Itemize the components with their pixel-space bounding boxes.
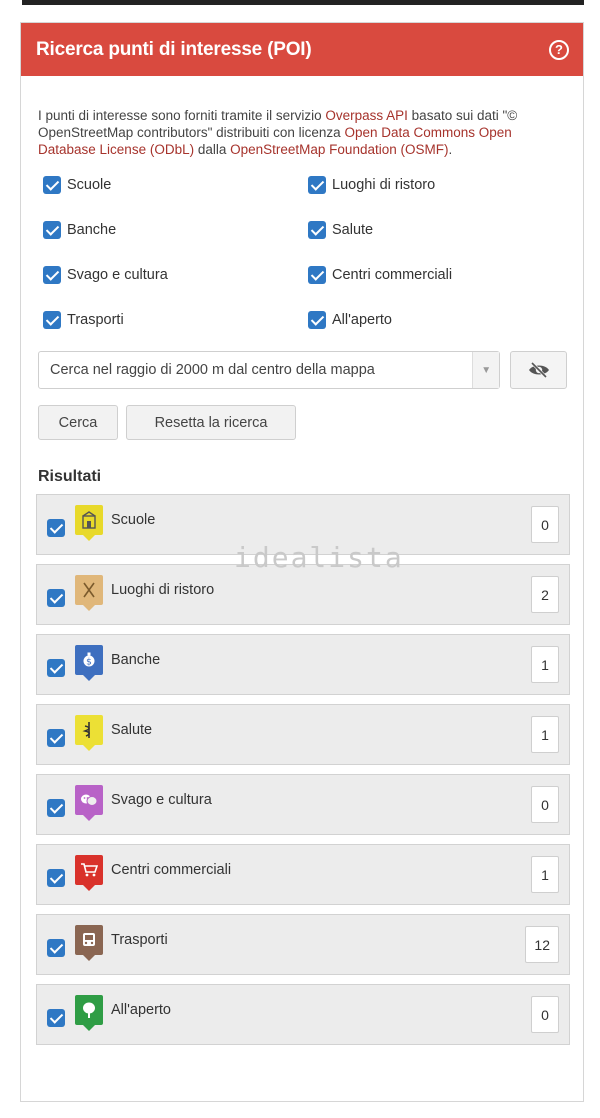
overpass-api-link[interactable]: Overpass API	[325, 108, 408, 123]
school-icon	[75, 504, 103, 541]
checkbox-checked-icon[interactable]	[308, 311, 326, 329]
checkbox-checked-icon[interactable]	[47, 728, 65, 747]
result-row-all-aperto: All'aperto 0	[36, 984, 570, 1045]
category-checkbox-all-aperto[interactable]: All'aperto	[308, 311, 558, 329]
category-label: All'aperto	[332, 312, 392, 328]
intro-part: dalla	[194, 142, 231, 157]
reset-search-button[interactable]: Resetta la ricerca	[126, 405, 296, 440]
checkbox-checked-icon[interactable]	[43, 176, 61, 194]
restaurant-icon	[75, 574, 103, 611]
result-label: Trasporti	[111, 931, 168, 948]
checkbox-checked-icon[interactable]	[47, 1008, 65, 1027]
result-label: All'aperto	[111, 1001, 171, 1018]
result-label: Svago e cultura	[111, 791, 212, 808]
checkbox-checked-icon[interactable]	[47, 588, 65, 607]
category-checkbox-banche[interactable]: Banche	[43, 221, 308, 239]
checkbox-checked-icon[interactable]	[47, 798, 65, 817]
checkbox-checked-icon[interactable]	[47, 658, 65, 677]
category-label: Trasporti	[67, 312, 124, 328]
top-bar	[22, 0, 584, 5]
result-row-svago-e-cultura: Svago e cultura 0	[36, 774, 570, 835]
panel-header: Ricerca punti di interesse (POI) ?	[21, 23, 583, 76]
category-checkbox-centri-commerciali[interactable]: Centri commerciali	[308, 266, 558, 284]
radius-select[interactable]: Cerca nel raggio di 2000 m dal centro de…	[38, 351, 501, 389]
result-count: 1	[531, 646, 559, 683]
result-label: Salute	[111, 721, 153, 738]
results-list: Scuole 0 Luoghi di ristoro 2 $ Banche 1	[36, 494, 570, 1045]
result-count: 1	[531, 856, 559, 893]
results-title: Risultati	[38, 468, 102, 485]
checkbox-checked-icon[interactable]	[43, 311, 61, 329]
radius-row: Cerca nel raggio di 2000 m dal centro de…	[38, 351, 567, 389]
result-count: 2	[531, 576, 559, 613]
osmf-link[interactable]: OpenStreetMap Foundation (OSMF)	[230, 142, 448, 157]
category-label: Banche	[67, 222, 117, 238]
health-icon	[75, 714, 103, 751]
checkbox-checked-icon[interactable]	[43, 221, 61, 239]
category-checkbox-scuole[interactable]: Scuole	[43, 176, 308, 194]
checkbox-checked-icon[interactable]	[308, 266, 326, 284]
result-count: 0	[531, 786, 559, 823]
idealista-watermark: idealista	[234, 541, 404, 574]
category-checkbox-luoghi-di-ristoro[interactable]: Luoghi di ristoro	[308, 176, 558, 194]
category-checkbox-salute[interactable]: Salute	[308, 221, 558, 239]
eye-slash-icon	[528, 362, 549, 378]
tree-icon	[75, 994, 103, 1031]
bus-icon	[75, 924, 103, 961]
result-label: Banche	[111, 651, 161, 668]
intro-text: I punti di interesse sono forniti tramit…	[38, 107, 567, 158]
result-count: 0	[531, 996, 559, 1033]
intro-part: I punti di interesse sono forniti tramit…	[38, 108, 326, 123]
intro-part: .	[448, 142, 453, 157]
result-row-salute: Salute 1	[36, 704, 570, 765]
toggle-visibility-button[interactable]	[510, 351, 567, 389]
result-label: Centri commerciali	[111, 861, 232, 878]
help-icon[interactable]: ?	[549, 39, 569, 60]
category-filter-grid: Scuole Luoghi di ristoro Banche Salute S…	[38, 176, 567, 329]
bank-icon: $	[75, 644, 103, 681]
theater-icon	[75, 784, 103, 821]
action-buttons: Cerca Resetta la ricerca	[38, 405, 567, 440]
shopping-cart-icon	[75, 854, 103, 891]
result-row-banche: $ Banche 1	[36, 634, 570, 695]
result-count: 0	[531, 506, 559, 543]
result-row-trasporti: Trasporti 12	[36, 914, 570, 975]
result-row-centri-commerciali: Centri commerciali 1	[36, 844, 570, 905]
category-checkbox-trasporti[interactable]: Trasporti	[43, 311, 308, 329]
svg-text:$: $	[86, 657, 92, 667]
category-label: Scuole	[67, 177, 112, 193]
category-label: Svago e cultura	[67, 267, 168, 283]
result-count: 12	[525, 926, 559, 963]
checkbox-checked-icon[interactable]	[47, 868, 65, 887]
category-label: Salute	[332, 222, 374, 238]
category-label: Luoghi di ristoro	[332, 177, 436, 193]
chevron-down-icon[interactable]: ▼	[472, 352, 500, 388]
category-checkbox-svago-e-cultura[interactable]: Svago e cultura	[43, 266, 308, 284]
radius-select-value: Cerca nel raggio di 2000 m dal centro de…	[50, 362, 375, 378]
result-label: Scuole	[111, 511, 156, 528]
checkbox-checked-icon[interactable]	[308, 221, 326, 239]
panel-title: Ricerca punti di interesse (POI)	[36, 38, 312, 60]
result-label: Luoghi di ristoro	[111, 581, 215, 598]
checkbox-checked-icon[interactable]	[43, 266, 61, 284]
checkbox-checked-icon[interactable]	[308, 176, 326, 194]
category-label: Centri commerciali	[332, 267, 453, 283]
checkbox-checked-icon[interactable]	[47, 518, 65, 537]
result-count: 1	[531, 716, 559, 753]
checkbox-checked-icon[interactable]	[47, 938, 65, 957]
search-button[interactable]: Cerca	[38, 405, 118, 440]
